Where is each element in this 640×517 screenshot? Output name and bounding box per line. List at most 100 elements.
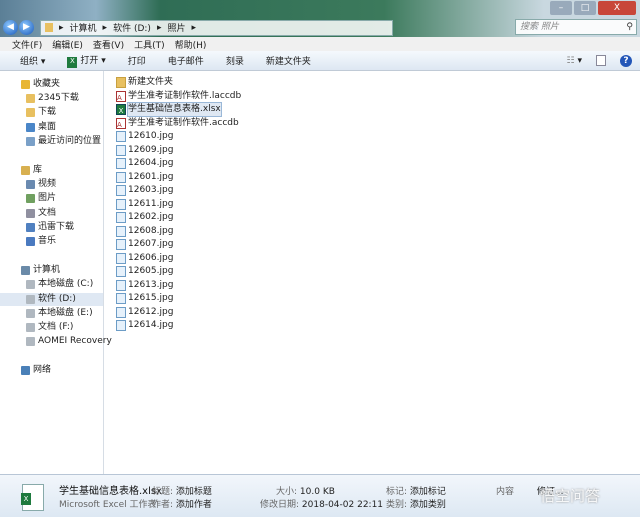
file-item[interactable]: 12605.jpg (116, 265, 173, 278)
search-input[interactable]: 搜索 照片 ⚲ (515, 19, 637, 35)
file-item[interactable]: 12609.jpg (116, 144, 174, 157)
detail-author[interactable]: 添加作者 (176, 500, 212, 510)
image-file-icon (116, 131, 126, 142)
sidebar-item-label: 库 (33, 165, 43, 175)
image-file-icon (116, 266, 126, 277)
sidebar-item[interactable]: 文档 (26, 207, 56, 220)
views-button[interactable]: ☷ ▾ (567, 56, 582, 66)
location-icon (26, 222, 35, 232)
file-name: 12604.jpg (128, 158, 174, 168)
crumb-folder[interactable]: 照片 (167, 21, 185, 34)
menu-edit[interactable]: 编辑(E) (52, 38, 83, 51)
file-item[interactable]: 12608.jpg (116, 225, 174, 238)
file-name: 12602.jpg (128, 212, 174, 222)
file-item[interactable]: 12614.jpg (116, 319, 173, 332)
excel-file-icon: X (21, 484, 44, 511)
back-button[interactable]: ◀ (3, 20, 18, 35)
sidebar-item[interactable]: 软件 (D:) (0, 292, 103, 306)
sidebar-item[interactable]: 2345下载 (26, 92, 79, 105)
folder-icon (45, 23, 53, 32)
file-item[interactable]: 12604.jpg (116, 157, 174, 170)
open-button[interactable]: X 打开 ▾ (67, 53, 106, 68)
preview-pane-button[interactable] (596, 55, 606, 66)
detail-filetype: Microsoft Excel 工作表 (59, 500, 157, 510)
location-icon (26, 308, 35, 318)
detail-category[interactable]: 添加类别 (410, 500, 446, 510)
image-file-icon (116, 279, 126, 291)
file-item[interactable]: 12607.jpg (116, 238, 174, 251)
sidebar-item[interactable]: 网络 (21, 364, 51, 377)
menu-help[interactable]: 帮助(H) (175, 38, 207, 51)
sidebar-item[interactable]: 收藏夹 (21, 78, 60, 91)
file-item[interactable]: A 学生准考证制作软件.laccdb (116, 90, 241, 103)
crumb-drive[interactable]: 软件 (D:) (113, 21, 151, 34)
file-item[interactable]: 12602.jpg (116, 211, 174, 224)
sidebar-item[interactable]: 计算机 (21, 264, 60, 277)
file-item[interactable]: 12611.jpg (116, 198, 173, 211)
file-item[interactable]: 12612.jpg (116, 306, 174, 319)
file-name: 12610.jpg (128, 131, 174, 141)
sidebar-item[interactable]: AOMEI Recovery (26, 335, 112, 348)
print-button[interactable]: 打印 (128, 54, 146, 67)
sidebar-item-label: AOMEI Recovery (38, 336, 112, 347)
sidebar-item[interactable]: 本地磁盘 (E:) (26, 307, 93, 320)
sidebar-item-label: 本地磁盘 (C:) (38, 279, 94, 290)
location-icon (26, 337, 35, 347)
sidebar-item-label: 文档 (F:) (38, 322, 74, 332)
sidebar-item[interactable]: 迅雷下载 (26, 221, 74, 234)
file-item[interactable]: 12613.jpg (116, 279, 173, 292)
sidebar-item[interactable]: 本地磁盘 (C:) (26, 278, 94, 291)
file-name: 新建文件夹 (128, 77, 174, 87)
file-name: 12608.jpg (128, 225, 174, 236)
location-icon (26, 122, 35, 132)
sidebar-item[interactable]: 视频 (26, 178, 56, 191)
image-file-icon (116, 306, 126, 318)
image-file-icon (116, 171, 126, 183)
maximize-button[interactable]: □ (574, 1, 596, 15)
toolbar: 组织 ▾ X 打开 ▾ 打印 电子邮件 刻录 新建文件夹 ☷ ▾ ? (0, 51, 640, 71)
sidebar-item[interactable]: 库 (21, 164, 43, 177)
new-folder-button[interactable]: 新建文件夹 (266, 54, 311, 67)
crumb-computer[interactable]: 计算机 (70, 21, 97, 34)
image-file-icon (116, 144, 126, 156)
file-item[interactable]: X 学生基础信息表格.xlsx (116, 102, 222, 117)
file-name: 12612.jpg (128, 306, 174, 317)
file-item[interactable]: 12606.jpg (116, 252, 173, 265)
email-button[interactable]: 电子邮件 (168, 54, 204, 67)
image-file-icon (116, 252, 126, 264)
file-name: 12607.jpg (128, 239, 174, 249)
location-icon (26, 136, 35, 146)
sidebar-item[interactable]: 文档 (F:) (26, 321, 74, 334)
close-button[interactable]: X (598, 1, 636, 15)
file-name: 12615.jpg (128, 293, 174, 303)
detail-title[interactable]: 添加标题 (176, 487, 212, 497)
group-icon (21, 80, 30, 89)
burn-button[interactable]: 刻录 (226, 54, 244, 67)
location-icon (26, 294, 35, 304)
menu-tools[interactable]: 工具(T) (134, 38, 165, 51)
file-item[interactable]: A 学生准考证制作软件.accdb (116, 117, 239, 130)
help-button[interactable]: ? (620, 54, 632, 67)
breadcrumb[interactable]: ▸ 计算机 ▸ 软件 (D:) ▸ 照片 ▸ (40, 19, 393, 36)
detail-tags[interactable]: 添加标记 (410, 487, 446, 497)
sidebar-item[interactable]: 桌面 (26, 121, 56, 134)
minimize-button[interactable]: – (550, 1, 572, 15)
forward-button[interactable]: ▶ (19, 20, 34, 35)
file-item[interactable]: 12603.jpg (116, 184, 173, 197)
file-item[interactable]: 新建文件夹 (116, 76, 174, 89)
sidebar-item[interactable]: 音乐 (26, 235, 57, 248)
sidebar-item[interactable]: 下载 (26, 106, 56, 119)
sidebar-item[interactable]: 最近访问的位置 (26, 135, 101, 148)
sidebar-item-label: 音乐 (38, 236, 57, 246)
file-item[interactable]: 12610.jpg (116, 130, 174, 143)
menu-file[interactable]: 文件(F) (12, 38, 42, 51)
image-file-icon (116, 198, 126, 210)
file-name: 12609.jpg (128, 144, 174, 155)
menu-bar: 文件(F) 编辑(E) 查看(V) 工具(T) 帮助(H) (0, 37, 640, 51)
file-item[interactable]: 12601.jpg (116, 171, 173, 184)
organize-button[interactable]: 组织 ▾ (20, 54, 45, 67)
menu-view[interactable]: 查看(V) (93, 38, 124, 51)
file-item[interactable]: 12615.jpg (116, 292, 174, 305)
sidebar-item[interactable]: 图片 (26, 192, 56, 205)
access-file-icon: A (116, 117, 126, 129)
